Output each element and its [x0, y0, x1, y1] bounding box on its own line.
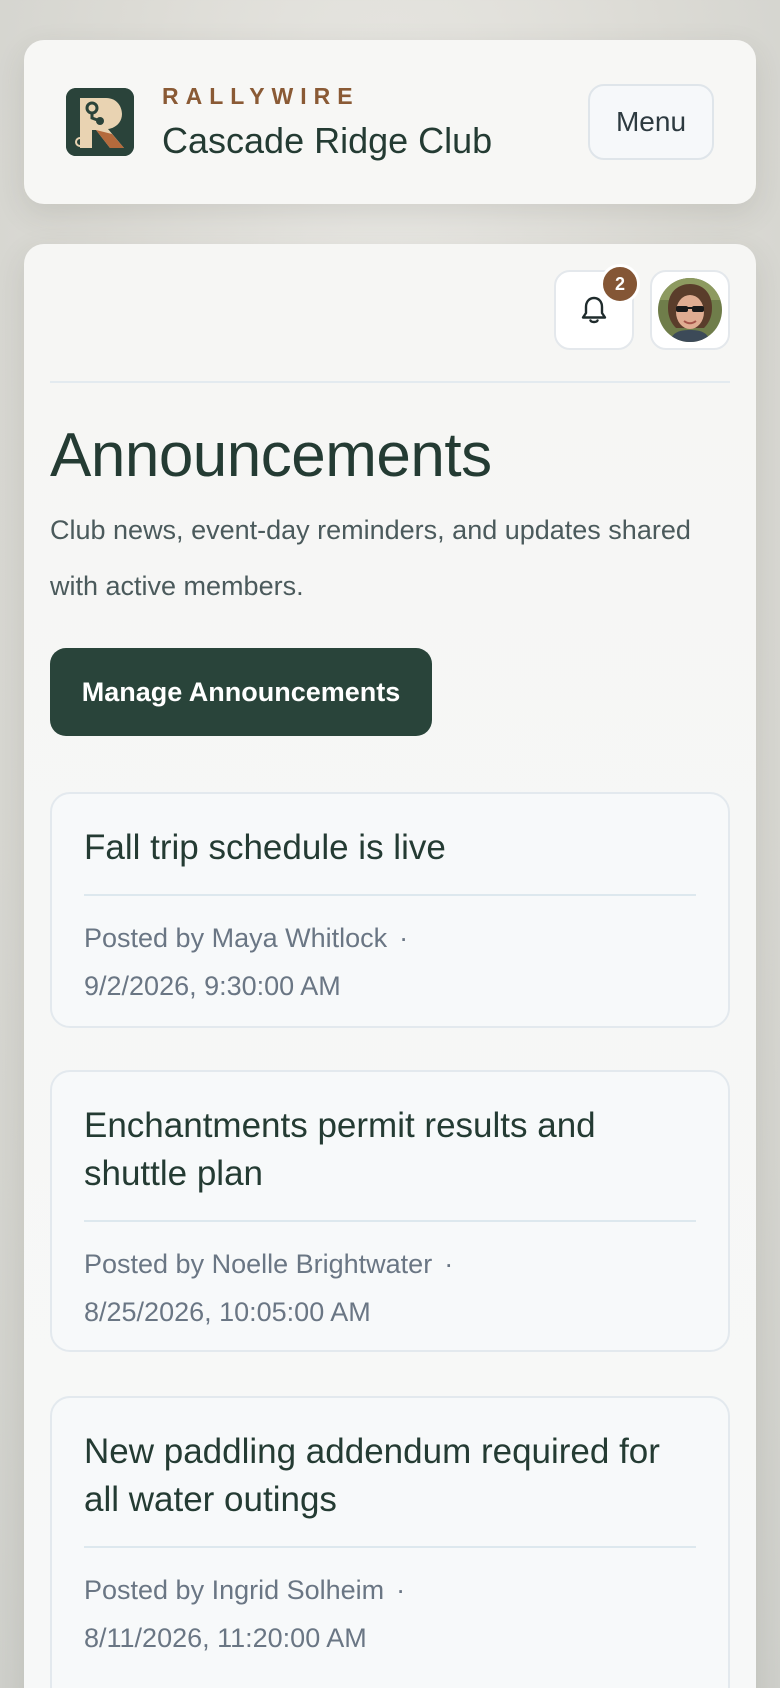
announcement-divider — [84, 894, 696, 896]
announcement-meta: Posted by Ingrid Solheim · — [84, 1566, 696, 1614]
announcements-panel: 2 Announcements Club news, event-day rem… — [24, 244, 756, 1688]
announcement-title[interactable]: Fall trip schedule is live — [84, 824, 696, 872]
page-title: Announcements — [50, 421, 492, 490]
announcement-date: 9/2/2026, 9:30:00 AM — [84, 971, 341, 1001]
brand-block: RALLYWIRE Cascade Ridge Club — [162, 83, 588, 162]
announcement-author: Posted by Ingrid Solheim — [84, 1575, 385, 1605]
announcement-meta: Posted by Noelle Brightwater · — [84, 1240, 696, 1288]
announcement-divider — [84, 1220, 696, 1222]
menu-button[interactable]: Menu — [588, 84, 714, 160]
notifications-button[interactable]: 2 — [554, 264, 640, 350]
announcement-divider — [84, 1546, 696, 1548]
announcement-title[interactable]: New paddling addendum required for all w… — [84, 1428, 696, 1524]
user-avatar-button[interactable] — [650, 270, 730, 350]
manage-announcements-button[interactable]: Manage Announcements — [50, 648, 432, 736]
rallywire-logo-icon[interactable] — [66, 88, 134, 156]
meta-separator: · — [399, 923, 409, 953]
brand-name: RALLYWIRE — [162, 82, 360, 109]
announcement-date: 8/11/2026, 11:20:00 AM — [84, 1623, 367, 1653]
announcement-author: Posted by Maya Whitlock — [84, 923, 388, 953]
meta-separator: · — [444, 1249, 454, 1279]
club-name: Cascade Ridge Club — [162, 119, 493, 161]
announcement-title[interactable]: Enchantments permit results and shuttle … — [84, 1102, 696, 1198]
notification-count-badge: 2 — [600, 264, 640, 304]
announcement-card[interactable]: Enchantments permit results and shuttle … — [50, 1070, 730, 1352]
meta-separator: · — [396, 1575, 406, 1605]
app-header: RALLYWIRE Cascade Ridge Club Menu — [24, 40, 756, 204]
announcement-meta: Posted by Maya Whitlock · — [84, 914, 696, 962]
announcement-date: 8/25/2026, 10:05:00 AM — [84, 1297, 371, 1327]
avatar — [658, 278, 722, 342]
announcement-author: Posted by Noelle Brightwater — [84, 1249, 433, 1279]
announcement-card[interactable]: New paddling addendum required for all w… — [50, 1396, 730, 1688]
announcement-card[interactable]: Fall trip schedule is live Posted by May… — [50, 792, 730, 1028]
page-description: Club news, event-day reminders, and upda… — [50, 515, 691, 601]
bell-icon — [581, 296, 607, 324]
header-divider — [50, 381, 730, 383]
